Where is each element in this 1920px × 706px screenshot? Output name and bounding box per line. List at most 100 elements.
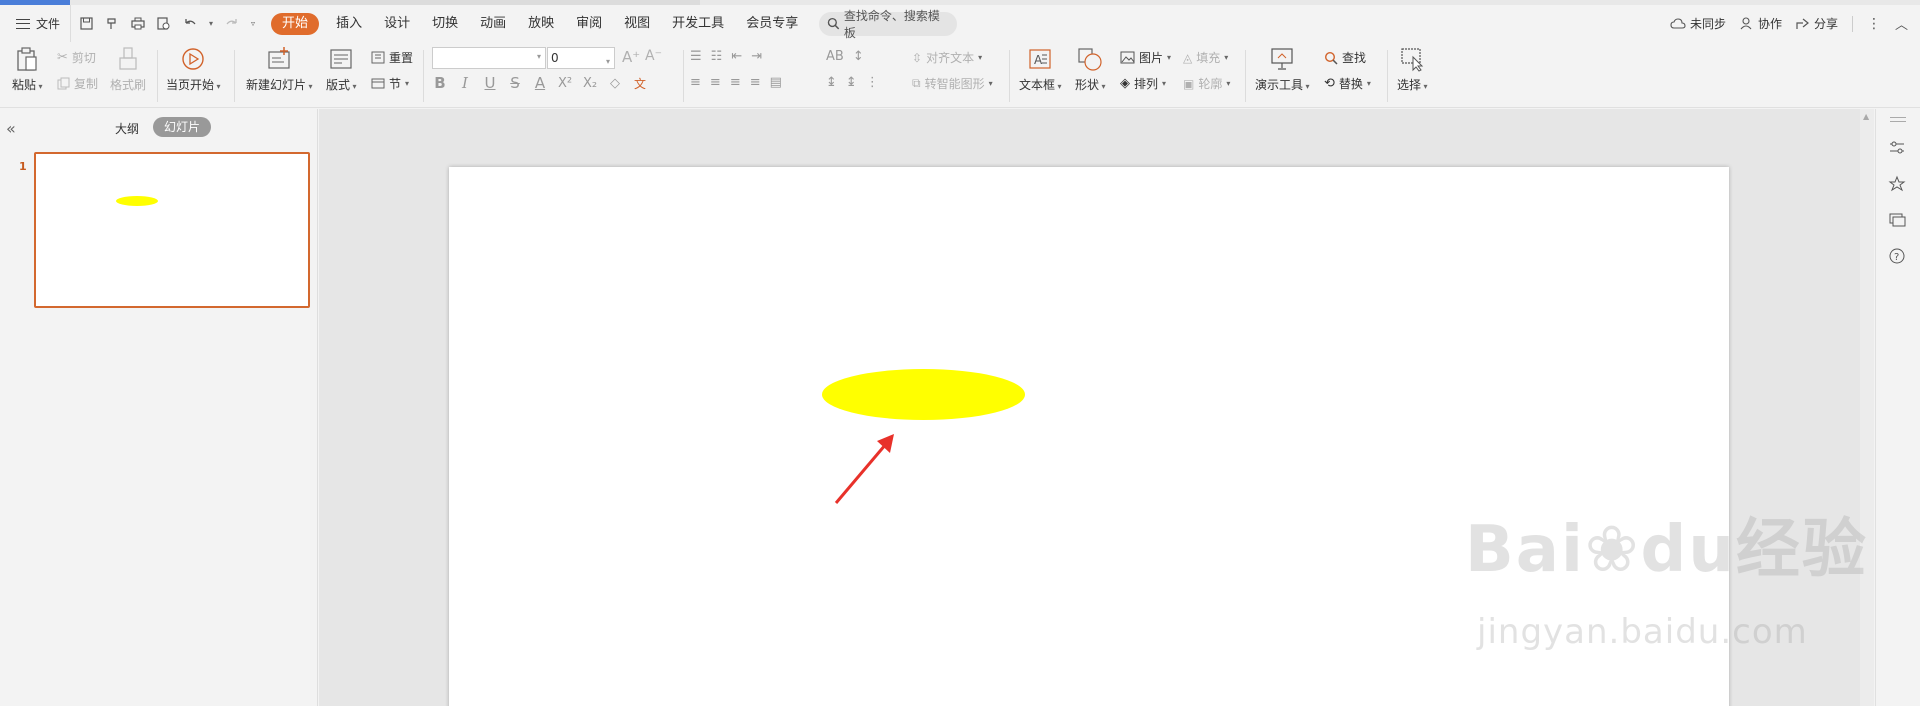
smartart-label: 转智能图形	[924, 77, 985, 91]
tab-developer[interactable]: 开发工具	[661, 13, 735, 35]
cut-button[interactable]: ✂ 剪切	[57, 49, 96, 66]
tab-member[interactable]: 会员专享	[735, 13, 809, 35]
command-search[interactable]: 查找命令、搜索模板	[819, 9, 958, 40]
font-size-select[interactable]: 0 ▾	[547, 47, 615, 69]
section-icon	[371, 78, 385, 89]
present-tools-label: 演示工具	[1255, 78, 1304, 92]
numbered-list-icon[interactable]: ☷	[711, 49, 723, 64]
layout-button[interactable]: 版式 ▾	[326, 46, 357, 93]
undo-dropdown-icon[interactable]: ▾	[209, 19, 213, 28]
paste-button[interactable]: 粘贴 ▾	[12, 46, 43, 93]
align-text-button[interactable]: ⇳ 对齐文本 ▾	[912, 49, 982, 66]
find-button[interactable]: 查找	[1324, 49, 1366, 66]
tab-view[interactable]: 视图	[613, 13, 661, 35]
slide-canvas[interactable]	[449, 167, 1729, 706]
grow-font-button[interactable]: A⁺	[622, 48, 640, 66]
sync-status-label: 未同步	[1689, 17, 1726, 31]
customize-toolbar-icon[interactable]: ▿	[251, 19, 255, 28]
format-painter-button[interactable]: 格式刷	[110, 46, 146, 93]
font-size-value: 0	[551, 51, 559, 65]
collaborate-button[interactable]: 协作	[1740, 15, 1782, 32]
print-icon[interactable]	[131, 17, 145, 31]
tab-slideshow[interactable]: 放映	[517, 13, 565, 35]
outline-button[interactable]: ▣ 轮廓 ▾	[1183, 75, 1230, 92]
redo-icon[interactable]	[225, 17, 239, 31]
shrink-font-icon: A⁻	[645, 48, 662, 64]
share-button[interactable]: 分享	[1796, 15, 1838, 32]
align-right-icon[interactable]: ≡	[730, 75, 741, 90]
columns-icon[interactable]: ⋮	[866, 75, 879, 90]
decrease-indent-icon[interactable]: ⇤	[731, 49, 742, 64]
italic-icon[interactable]: I	[457, 74, 473, 92]
textbox-button[interactable]: A 文本框 ▾	[1019, 46, 1062, 93]
bullet-list-icon[interactable]: ☰	[690, 49, 702, 64]
fill-button[interactable]: ◬ 填充 ▾	[1183, 49, 1228, 66]
phonetic-guide-icon[interactable]: 文	[632, 75, 648, 92]
tab-review[interactable]: 审阅	[565, 13, 613, 35]
cut-label: 剪切	[71, 51, 96, 65]
slide-thumbnail[interactable]	[34, 152, 310, 308]
smartart-icon: ⧉	[912, 76, 921, 90]
align-left-icon[interactable]: ≡	[690, 75, 701, 90]
superscript-icon[interactable]: X²	[557, 76, 573, 91]
undo-icon[interactable]	[183, 17, 197, 31]
vertical-scrollbar[interactable]: ▲	[1860, 109, 1874, 706]
svg-text:?: ?	[1894, 252, 1899, 263]
chevron-down-icon: ▾	[536, 52, 541, 61]
more-options-icon[interactable]: ⋮	[1867, 16, 1881, 32]
underline-icon[interactable]: U	[482, 74, 498, 92]
tab-transitions[interactable]: 切换	[421, 13, 469, 35]
increase-indent-icon[interactable]: ⇥	[751, 49, 762, 64]
help-icon[interactable]: ?	[1888, 247, 1908, 267]
slide-transition-icon[interactable]	[1888, 211, 1908, 231]
section-button[interactable]: 节 ▾	[371, 75, 409, 92]
reset-button[interactable]: 重置	[371, 49, 413, 66]
scroll-up-icon[interactable]: ▲	[1863, 112, 1869, 121]
new-slide-button[interactable]: 新建幻灯片 ▾	[246, 46, 313, 93]
copy-button[interactable]: 复制	[57, 75, 98, 92]
print-preview-icon[interactable]	[157, 16, 171, 31]
tab-insert[interactable]: 插入	[325, 13, 373, 35]
text-direction-row: AB ↕	[826, 49, 864, 64]
distribute-icon[interactable]: ▤	[770, 75, 782, 90]
grow-font-icon: A⁺	[622, 48, 641, 66]
text-box-style-icon[interactable]: AB	[826, 49, 844, 64]
tab-slides[interactable]: 幻灯片	[153, 117, 212, 137]
tab-home[interactable]: 开始	[271, 12, 320, 35]
save-icon[interactable]	[79, 17, 93, 31]
tab-animations[interactable]: 动画	[469, 13, 517, 35]
replace-button[interactable]: ⟲ 替换 ▾	[1324, 75, 1371, 92]
sort-icon[interactable]: ↕	[853, 49, 864, 64]
justify-icon[interactable]: ≡	[750, 75, 761, 90]
start-from-current-button[interactable]: 当页开始 ▾	[166, 46, 221, 93]
strikethrough-icon[interactable]: S	[507, 74, 523, 92]
yellow-oval-shape[interactable]	[822, 369, 1025, 420]
font-family-select[interactable]: ▾	[432, 47, 546, 69]
smartart-button[interactable]: ⧉ 转智能图形 ▾	[912, 75, 993, 92]
shrink-font-button[interactable]: A⁻	[645, 48, 662, 64]
arrange-button[interactable]: ◈ 排列 ▾	[1120, 75, 1166, 92]
sync-status-button[interactable]: 未同步	[1670, 15, 1726, 32]
bold-icon[interactable]: B	[432, 74, 448, 92]
collapse-panel-icon[interactable]: «	[6, 119, 16, 138]
collapse-ribbon-icon[interactable]: ︿	[1895, 14, 1908, 33]
tab-design[interactable]: 设计	[373, 13, 421, 35]
select-button[interactable]: 选择 ▾	[1397, 46, 1428, 93]
format-painter-icon[interactable]	[105, 17, 119, 31]
properties-icon[interactable]	[1888, 139, 1908, 159]
tab-outline[interactable]: 大纲	[115, 120, 139, 137]
animation-icon[interactable]	[1888, 175, 1908, 195]
picture-button[interactable]: 图片 ▾	[1120, 49, 1171, 66]
paragraph-spacing-icon[interactable]: ↨	[846, 75, 857, 90]
line-spacing-icon[interactable]: ↨	[826, 75, 837, 90]
ribbon-divider	[234, 50, 235, 102]
file-menu-button[interactable]: 文件	[0, 5, 70, 42]
font-color-icon[interactable]: A	[532, 74, 548, 92]
shape-label: 形状	[1075, 78, 1100, 92]
shape-button[interactable]: 形状 ▾	[1075, 46, 1106, 93]
subscript-icon[interactable]: X₂	[582, 76, 598, 91]
align-center-icon[interactable]: ≡	[710, 75, 721, 90]
side-toolbar-grip[interactable]	[1890, 117, 1906, 122]
present-tools-button[interactable]: 演示工具 ▾	[1255, 46, 1310, 93]
eraser-icon[interactable]: ◇	[607, 76, 623, 91]
